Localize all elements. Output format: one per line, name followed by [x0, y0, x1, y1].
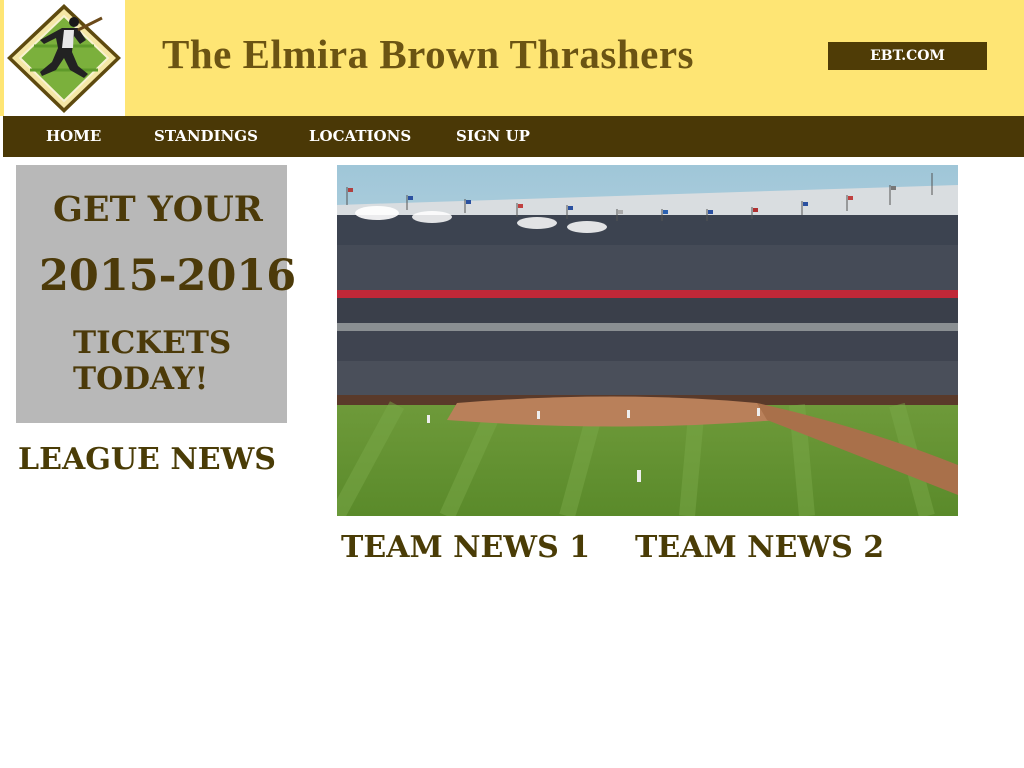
promo-line-2: 2015-2016	[39, 251, 297, 301]
team-news-2-heading[interactable]: TEAM NEWS 2	[635, 530, 884, 565]
site-title: The Elmira Brown Thrashers	[162, 31, 695, 77]
baseball-batter-logo-icon[interactable]	[4, 0, 125, 116]
site-header: The Elmira Brown Thrashers EBT.COM	[0, 0, 1024, 116]
stadium-photo-icon	[337, 165, 958, 516]
promo-line-1: GET YOUR	[53, 189, 263, 230]
nav-home[interactable]: HOME	[46, 116, 101, 157]
ticket-promo-banner[interactable]: GET YOUR 2015-2016 TICKETS TODAY!	[16, 165, 296, 423]
team-news-1-heading[interactable]: TEAM NEWS 1	[341, 530, 590, 565]
domain-badge[interactable]: EBT.COM	[828, 42, 987, 70]
main-nav: HOME STANDINGS LOCATIONS SIGN UP	[3, 116, 1024, 157]
league-news-heading[interactable]: LEAGUE NEWS	[18, 442, 276, 477]
promo-line-3: TICKETS	[73, 325, 232, 361]
nav-sign-up[interactable]: SIGN UP	[456, 116, 530, 157]
nav-standings[interactable]: STANDINGS	[154, 116, 258, 157]
nav-locations[interactable]: LOCATIONS	[309, 116, 411, 157]
promo-line-4: TODAY!	[73, 361, 209, 397]
